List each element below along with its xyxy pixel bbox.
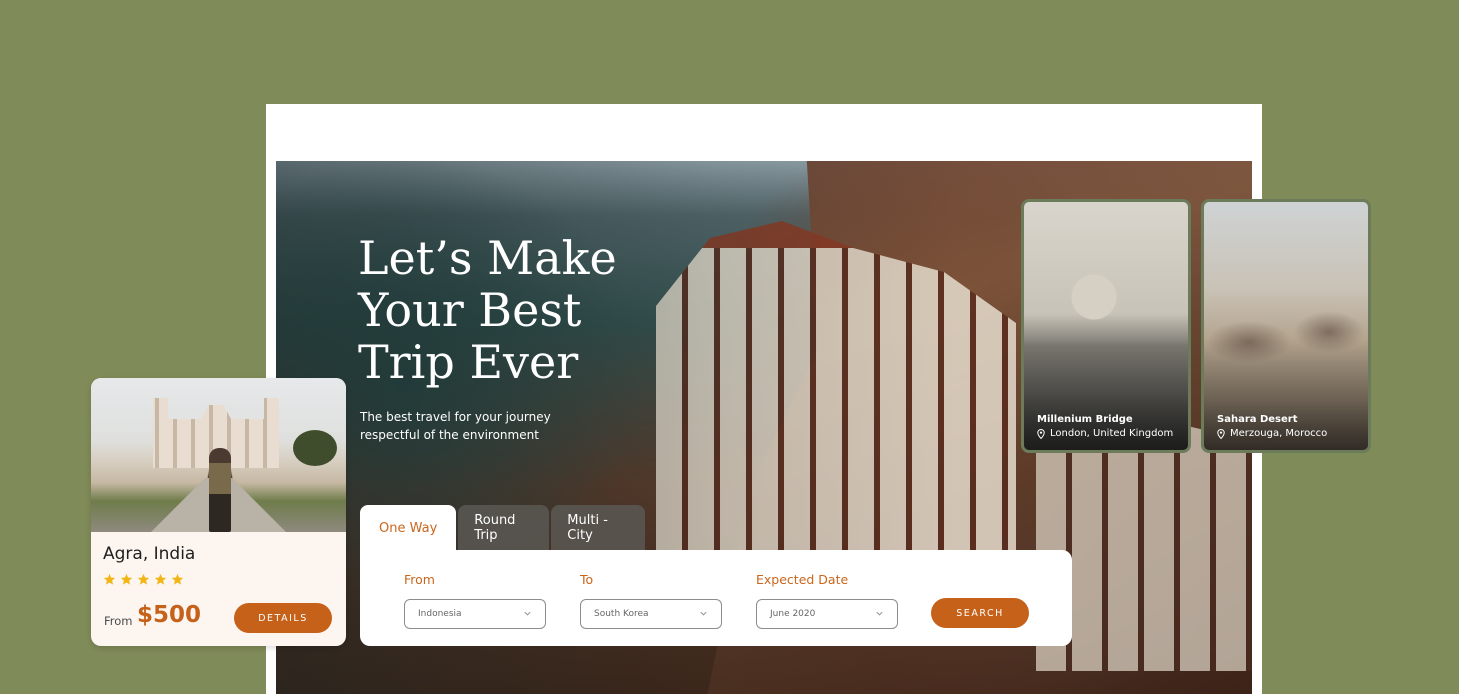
date-value: June 2020 (770, 609, 816, 619)
price-from-label: From (104, 614, 133, 628)
destination-location-text: London, United Kingdom (1050, 428, 1174, 439)
details-button[interactable]: DETAILS (234, 603, 332, 633)
card-shade (1204, 202, 1368, 450)
destination-card-sahara[interactable]: Sahara Desert Merzouga, Morocco (1201, 199, 1371, 453)
destination-location-text: Merzouga, Morocco (1230, 428, 1328, 439)
chevron-down-icon (700, 611, 707, 616)
destination-name: Millenium Bridge (1037, 414, 1133, 425)
search-panel: From Indonesia To South Korea Expected D… (360, 550, 1072, 646)
destination-location: Merzouga, Morocco (1217, 428, 1327, 439)
search-button[interactable]: SEARCH (931, 598, 1029, 628)
to-select[interactable]: South Korea (580, 599, 722, 629)
location-pin-icon (1037, 428, 1045, 439)
destination-name: Sahara Desert (1217, 414, 1298, 425)
tab-one-way[interactable]: One Way (360, 505, 457, 551)
star-icon (103, 573, 116, 585)
from-label: From (404, 572, 435, 587)
to-value: South Korea (594, 609, 649, 619)
tab-round-trip[interactable]: Round Trip (458, 505, 550, 551)
rating-stars (103, 573, 184, 586)
destination-location: London, United Kingdom (1037, 428, 1173, 439)
from-select[interactable]: Indonesia (404, 599, 546, 629)
featured-title: Agra, India (103, 544, 196, 564)
location-pin-icon (1217, 428, 1225, 439)
to-label: To (580, 572, 594, 587)
date-select[interactable]: June 2020 (756, 599, 898, 629)
star-icon (120, 573, 133, 585)
hero-subtitle: The best travel for your journey respect… (360, 410, 551, 442)
tree-shape (293, 430, 337, 466)
hero-headline: Let’s Make Your Best Trip Ever (358, 231, 617, 389)
from-value: Indonesia (418, 609, 462, 619)
featured-destination-card: Agra, India From $500 DETAILS (91, 378, 346, 646)
traveler-shape (209, 448, 231, 532)
chevron-down-icon (524, 611, 531, 616)
trip-type-tabs: One Way Round Trip Multi - City (360, 505, 646, 551)
star-icon (171, 573, 184, 585)
star-icon (137, 573, 150, 585)
price-value: $500 (137, 602, 202, 628)
featured-photo (91, 378, 346, 532)
card-shade (1024, 202, 1188, 450)
chevron-down-icon (876, 611, 883, 616)
star-icon (154, 573, 167, 585)
date-label: Expected Date (756, 572, 849, 587)
tab-multi-city[interactable]: Multi - City (551, 505, 646, 551)
destination-card-london[interactable]: Millenium Bridge London, United Kingdom (1021, 199, 1191, 453)
